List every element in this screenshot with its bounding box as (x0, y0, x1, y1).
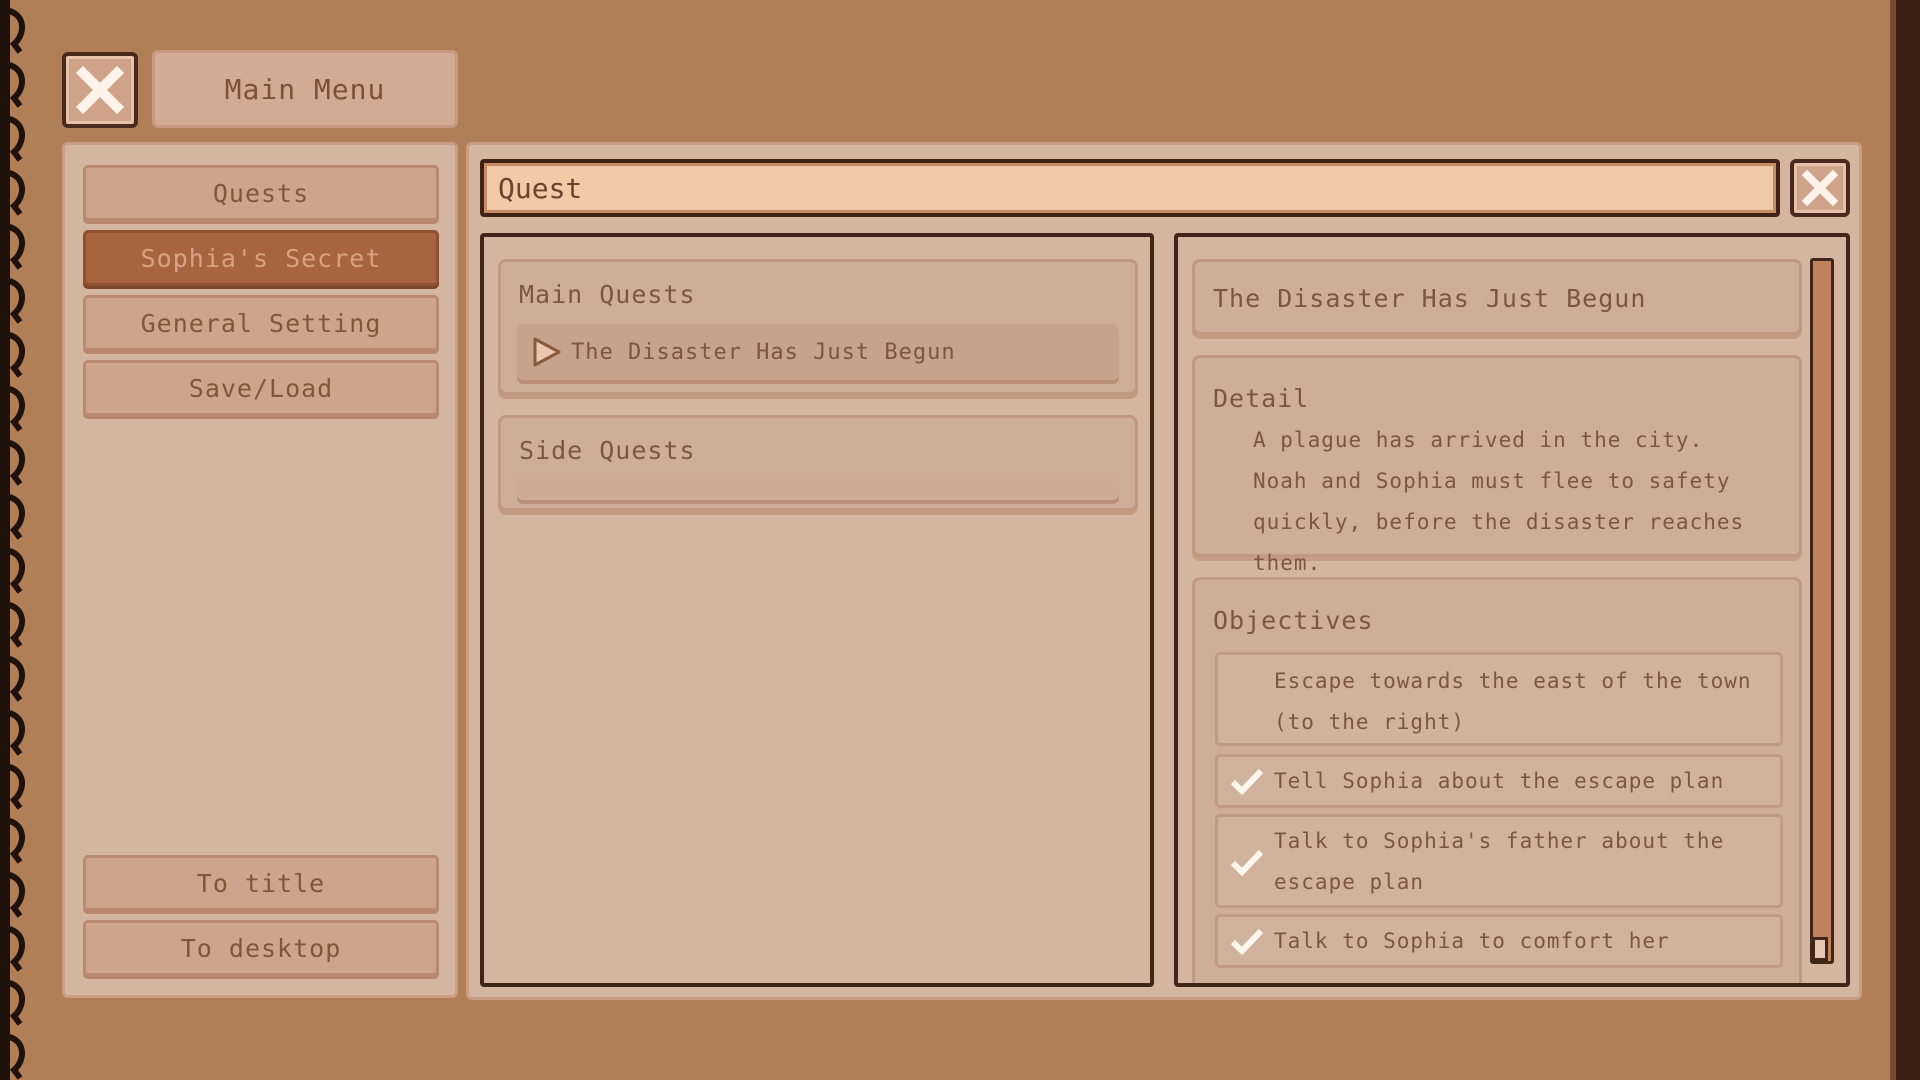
objective-item: Tell Sophia about the escape plan (1215, 754, 1783, 808)
detail-heading: Detail (1213, 384, 1310, 413)
checkmark-icon (1230, 849, 1264, 877)
sidebar-item-label: Quests (212, 178, 310, 208)
quest-item-label: The Disaster Has Just Begun (571, 339, 956, 365)
to-title-button[interactable]: To title (83, 855, 439, 911)
objective-text: Talk to Sophia to comfort her (1274, 929, 1670, 953)
detail-card: Detail A plague has arrived in the city.… (1192, 355, 1802, 575)
close-icon (1801, 169, 1839, 207)
sidebar: Quests Sophia's Secret General Setting S… (62, 142, 458, 998)
sidebar-item-save-load[interactable]: Save/Load (83, 360, 439, 416)
main-menu-title: Main Menu (152, 50, 458, 128)
close-icon (75, 65, 125, 115)
objectives-heading: Objectives (1213, 606, 1374, 635)
sidebar-item-sophias-secret[interactable]: Sophia's Secret (83, 230, 439, 286)
objective-text: Tell Sophia about the escape plan (1274, 769, 1725, 793)
objective-item: Talk to Sophia's father about the escape… (1215, 814, 1783, 908)
page-right-edge (1890, 0, 1920, 1080)
sidebar-item-general-setting[interactable]: General Setting (83, 295, 439, 351)
quest-item-the-disaster-has-just-begun[interactable]: The Disaster Has Just Begun (517, 324, 1119, 380)
to-desktop-button[interactable]: To desktop (83, 920, 439, 976)
quest-list-panel: Main Quests The Disaster Has Just Begun … (480, 233, 1154, 987)
quest-search-input[interactable]: Quest (480, 159, 1780, 217)
objective-text: Escape towards the east of the town (to … (1274, 669, 1752, 734)
objective-item: Talk to Sophia to comfort her (1215, 914, 1783, 968)
close-menu-button[interactable] (62, 52, 138, 128)
quest-detail-panel: The Disaster Has Just Begun Detail A pla… (1174, 233, 1850, 987)
to-title-label: To title (196, 868, 326, 898)
detail-scrollbar[interactable] (1810, 258, 1834, 964)
binder-coil-icon (0, 0, 25, 1080)
play-arrow-icon (533, 337, 561, 367)
main-quests-card: Main Quests The Disaster Has Just Begun (498, 259, 1138, 395)
search-value: Quest (498, 171, 583, 205)
sidebar-item-label: Sophia's Secret (140, 243, 382, 273)
to-desktop-label: To desktop (180, 933, 342, 963)
main-quests-heading: Main Quests (519, 280, 696, 309)
sidebar-item-quests[interactable]: Quests (83, 165, 439, 221)
sidebar-item-label: General Setting (140, 308, 382, 338)
detail-text: A plague has arrived in the city. Noah a… (1253, 428, 1745, 575)
objectives-card: Objectives Escape towards the east of th… (1192, 577, 1802, 983)
checkmark-icon (1230, 768, 1264, 796)
side-quests-empty-row (517, 474, 1119, 500)
quest-title-card: The Disaster Has Just Begun (1192, 259, 1802, 335)
detail-scrollbar-thumb[interactable] (1812, 937, 1828, 961)
objective-item: Escape towards the east of the town (to … (1215, 652, 1783, 746)
close-search-button[interactable] (1790, 159, 1850, 217)
sidebar-item-label: Save/Load (188, 373, 334, 403)
objective-text: Talk to Sophia's father about the escape… (1274, 829, 1725, 894)
checkmark-icon (1230, 928, 1264, 956)
side-quests-card: Side Quests (498, 415, 1138, 511)
side-quests-heading: Side Quests (519, 436, 696, 465)
quest-detail-title: The Disaster Has Just Begun (1213, 284, 1647, 313)
main-menu-title-label: Main Menu (224, 72, 386, 106)
